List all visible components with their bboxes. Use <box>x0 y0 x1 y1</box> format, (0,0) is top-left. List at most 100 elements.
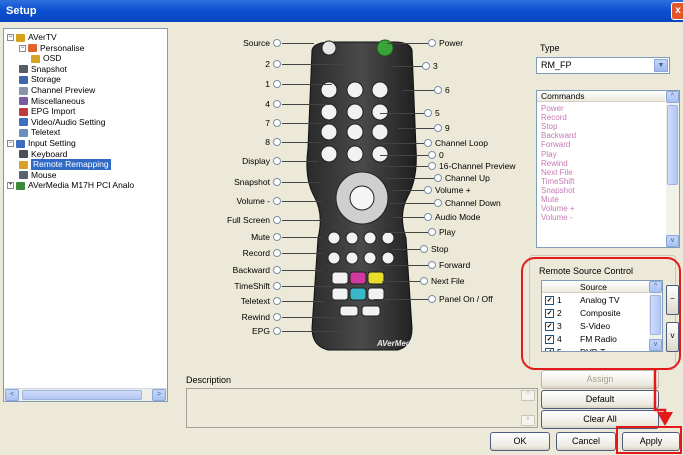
collapse-icon[interactable]: − <box>7 34 14 41</box>
ok-button[interactable]: OK <box>490 432 550 451</box>
commands-scroll-thumb[interactable] <box>667 105 678 185</box>
command-item[interactable]: Next File <box>541 168 573 177</box>
scroll-left-button[interactable]: < <box>5 389 19 401</box>
title-bar[interactable]: Setup x <box>0 0 683 22</box>
remote-key-radio-full-screen[interactable] <box>273 216 281 224</box>
remote-key-radio-9[interactable] <box>434 124 442 132</box>
remote-key-radio-power[interactable] <box>428 39 436 47</box>
command-item[interactable]: Record <box>541 113 567 122</box>
scroll-right-button[interactable]: > <box>152 389 166 401</box>
tree-item-osd[interactable]: OSD <box>31 53 61 64</box>
remote-key-radio-timeshift[interactable] <box>273 282 281 290</box>
description-scroll-down[interactable]: v <box>521 415 535 426</box>
remote-key-leader-line <box>402 90 434 91</box>
remote-key-radio-mute[interactable] <box>273 233 281 241</box>
commands-list[interactable]: Commands Power Record Stop Backward Forward P… <box>536 90 680 248</box>
remote-key-radio-2[interactable] <box>273 60 281 68</box>
remote-key-radio-volume[interactable] <box>424 186 432 194</box>
assign-button[interactable]: Assign <box>541 370 659 389</box>
expand-icon[interactable]: + <box>7 182 14 190</box>
tree-item-miscellaneous[interactable]: Miscellaneous <box>19 96 85 107</box>
remote-key-leader-line <box>380 155 428 156</box>
remote-key-radio-channel-up[interactable] <box>434 174 442 182</box>
remote-key-radio-backward[interactable] <box>273 266 281 274</box>
remote-key-label-display: Display <box>242 156 270 166</box>
remote-key-radio-4[interactable] <box>273 100 281 108</box>
tree-item-personalise[interactable]: − Personalise <box>19 43 84 54</box>
chevron-down-icon[interactable]: ▼ <box>654 59 668 72</box>
command-item[interactable]: TimeShift <box>541 177 575 186</box>
command-item[interactable]: Snapshot <box>541 186 575 195</box>
type-label: Type <box>540 43 560 53</box>
command-item[interactable]: Mute <box>541 195 559 204</box>
tree-item-input-setting[interactable]: − Input Setting <box>7 138 76 149</box>
collapse-icon[interactable]: − <box>19 44 26 52</box>
remote-number-key <box>371 81 389 99</box>
remote-key-radio-0[interactable] <box>428 151 436 159</box>
commands-scroll-up[interactable]: ^ <box>666 91 679 103</box>
settings-tree[interactable]: − AVerTV − Personalise OSD Snapshot Storage Cha… <box>3 28 168 402</box>
command-item[interactable]: Forward <box>541 140 570 149</box>
tree-item-mouse[interactable]: Mouse <box>19 170 57 181</box>
tree-item-channel-preview[interactable]: Channel Preview <box>19 85 95 96</box>
tree-item-storage[interactable]: Storage <box>19 74 61 85</box>
command-item[interactable]: Backward <box>541 131 576 140</box>
tree-item-avermedia-m17h-pci-analo[interactable]: + AVerMedia M17H PCI Analo <box>7 180 134 191</box>
remote-key-radio-source[interactable] <box>273 39 281 47</box>
remote-key-radio-stop[interactable] <box>420 245 428 253</box>
remote-key-radio-record[interactable] <box>273 249 281 257</box>
cancel-button[interactable]: Cancel <box>556 432 616 451</box>
remote-key-radio-panel-on-off[interactable] <box>428 295 436 303</box>
remote-magenta-key <box>349 271 367 285</box>
tree-item-avertv[interactable]: − AVerTV <box>7 32 57 43</box>
remote-key-radio-1[interactable] <box>273 80 281 88</box>
remote-key-label-7: 7 <box>265 118 270 128</box>
remote-key-radio-3[interactable] <box>422 62 430 70</box>
description-scrollbar[interactable]: ^ v <box>521 390 535 426</box>
remote-small-key <box>381 251 395 265</box>
remote-number-key <box>320 123 338 141</box>
collapse-icon[interactable]: − <box>7 140 14 147</box>
tree-item-remote-remapping[interactable]: Remote Remapping <box>19 159 111 171</box>
remote-key-radio-6[interactable] <box>434 86 442 94</box>
description-box[interactable] <box>186 388 538 428</box>
close-button[interactable]: x <box>671 2 683 20</box>
commands-scrollbar[interactable]: ^ v <box>666 91 679 247</box>
commands-scroll-down[interactable]: v <box>666 235 679 247</box>
remote-key-leader-line <box>282 237 322 238</box>
tree-item-epg-import[interactable]: EPG Import <box>19 106 75 117</box>
remote-key-radio-forward[interactable] <box>428 261 436 269</box>
type-select[interactable]: RM_FP ▼ <box>536 57 670 74</box>
remote-key-radio-teletext[interactable] <box>273 297 281 305</box>
tree-item-keyboard[interactable]: Keyboard <box>19 149 67 160</box>
remote-key-radio-next-file[interactable] <box>420 277 428 285</box>
remote-key-radio-rewind[interactable] <box>273 313 281 321</box>
remote-key-label-8: 8 <box>265 137 270 147</box>
command-item[interactable]: Power <box>541 104 564 113</box>
remote-key-radio-7[interactable] <box>273 119 281 127</box>
description-scroll-up[interactable]: ^ <box>521 390 535 401</box>
remote-key-radio-display[interactable] <box>273 157 281 165</box>
remote-key-radio-channel-loop[interactable] <box>424 139 432 147</box>
command-item[interactable]: Play <box>541 150 557 159</box>
tree-item-snapshot[interactable]: Snapshot <box>19 64 67 75</box>
command-item[interactable]: Rewind <box>541 159 568 168</box>
remote-key-radio-audio-mode[interactable] <box>424 213 432 221</box>
remote-key-radio-5[interactable] <box>424 109 432 117</box>
remote-key-radio-snapshot[interactable] <box>273 178 281 186</box>
tree-horizontal-scrollbar[interactable]: < > <box>4 388 167 401</box>
remote-key-radio-16-channel-preview[interactable] <box>428 162 436 170</box>
command-item[interactable]: Volume - <box>541 213 573 222</box>
tree-item-video-audio-setting[interactable]: Video/Audio Setting <box>19 117 106 128</box>
remote-key-radio-epg[interactable] <box>273 327 281 335</box>
remote-key-radio-volume[interactable] <box>273 197 281 205</box>
tree-item-teletext[interactable]: Teletext <box>19 127 60 138</box>
command-item[interactable]: Stop <box>541 122 557 131</box>
tree-scroll-thumb[interactable] <box>22 390 142 400</box>
command-item[interactable]: Volume + <box>541 204 575 213</box>
remote-key-label-panel-on-off: Panel On / Off <box>439 294 493 304</box>
remote-key-radio-channel-down[interactable] <box>434 199 442 207</box>
remote-key-radio-play[interactable] <box>428 228 436 236</box>
default-button[interactable]: Default <box>541 390 659 409</box>
remote-key-radio-8[interactable] <box>273 138 281 146</box>
